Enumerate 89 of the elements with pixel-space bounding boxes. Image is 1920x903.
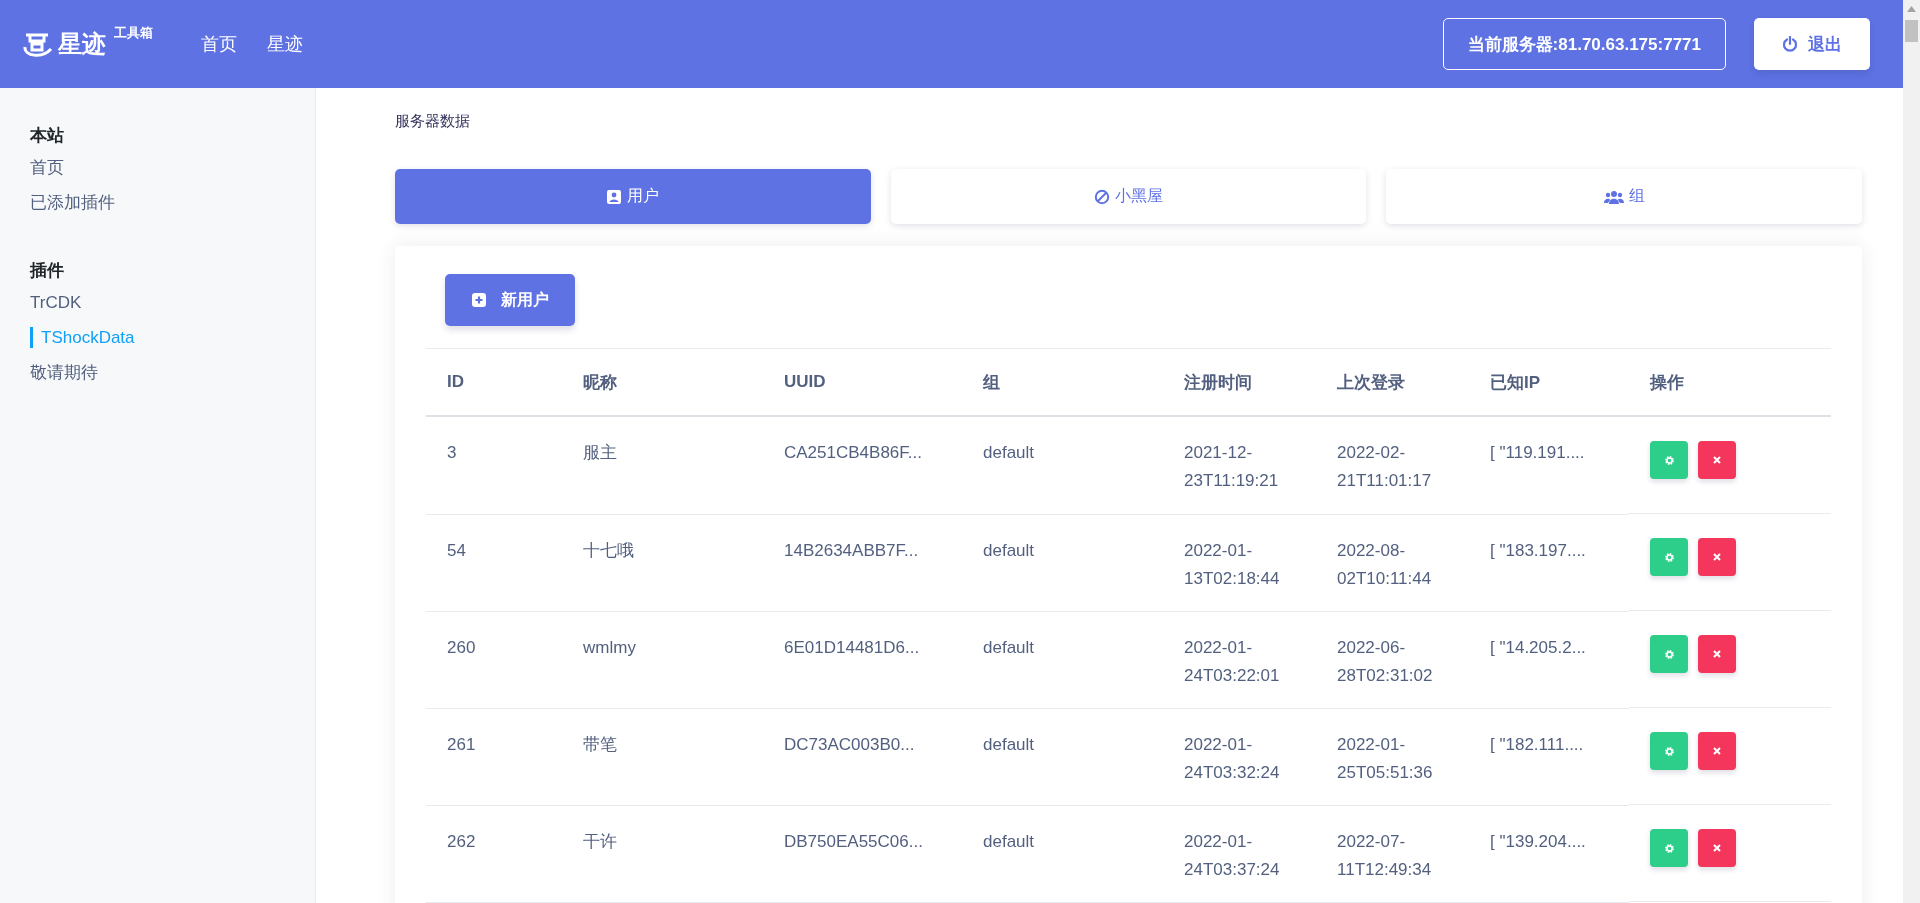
table-cell-text: 2021-12-23T11:19:21 [1184, 442, 1280, 492]
column-header: 昵称 [562, 348, 763, 416]
column-header: ID [426, 348, 562, 416]
column-header: 操作 [1629, 348, 1831, 416]
table-cell-text: 2022-08-02T10:11:44 [1337, 539, 1433, 590]
sidebar-item[interactable]: 首页 [30, 157, 64, 192]
logout-button[interactable]: 退出 [1754, 18, 1870, 70]
settings-icon [1663, 551, 1675, 563]
table-cell: [ "182.111.... [1490, 734, 1584, 754]
tab[interactable]: 组 [1386, 169, 1862, 224]
table-cell-text: 2022-01-24T03:37:24 [1184, 830, 1281, 881]
column-header: 上次登录 [1316, 348, 1469, 416]
delete-button[interactable] [1698, 441, 1736, 479]
sidebar-item[interactable]: TrCDK [30, 292, 82, 327]
logo-subtitle: 工具箱 [114, 24, 153, 42]
table-cell: 260 [447, 637, 476, 657]
delete-button[interactable] [1698, 635, 1736, 673]
table-cell: [ "139.204.... [1490, 831, 1586, 851]
settings-button[interactable] [1650, 732, 1688, 770]
delete-button[interactable] [1698, 829, 1736, 867]
tab[interactable]: 用户 [395, 169, 871, 224]
column-header: 已知IP [1469, 348, 1629, 416]
table-cell: CA251CB4B86F... [784, 443, 922, 462]
close-icon [1713, 650, 1721, 658]
sidebar-heading: 插件 [30, 260, 64, 282]
table-cell: [ "119.191.... [1490, 443, 1585, 462]
settings-button[interactable] [1650, 538, 1688, 576]
plus-square-icon [471, 292, 487, 308]
close-icon [1713, 844, 1721, 852]
sidebar-item[interactable]: 已添加插件 [30, 192, 115, 227]
table-cell: 262 [447, 831, 476, 851]
contact-card-icon [606, 188, 623, 205]
table-cell: default [983, 540, 1035, 560]
settings-icon [1663, 842, 1675, 854]
new-user-button[interactable]: 新用户 [445, 274, 575, 326]
table-cell: DC73AC003B0... [784, 734, 915, 754]
delete-button[interactable] [1698, 538, 1736, 576]
table-cell-text: 2022-07-11T12:49:34 [1337, 830, 1433, 881]
table-cell: 14B2634ABB7F... [784, 540, 919, 560]
settings-icon [1663, 454, 1675, 466]
scrollbar[interactable] [1903, 0, 1920, 903]
settings-button[interactable] [1650, 441, 1688, 479]
page-title: 服务器数据 [395, 112, 471, 131]
table-cell: [ "14.205.2... [1490, 637, 1586, 657]
table-cell: default [983, 734, 1035, 754]
table-cell-text: 2022-02-21T11:01:17 [1337, 442, 1433, 492]
table-cell-text: 2022-01-24T03:32:24 [1184, 733, 1281, 784]
scroll-up-arrow-icon [1907, 6, 1916, 12]
logo-text: 星迹 [58, 29, 106, 59]
settings-icon [1663, 745, 1675, 757]
column-header: 注册时间 [1163, 348, 1316, 416]
table-cell-text: 2022-01-25T05:51:36 [1337, 733, 1434, 784]
delete-button[interactable] [1698, 732, 1736, 770]
column-header: UUID [763, 348, 962, 416]
table-cell-text: 2022-01-13T02:18:44 [1184, 539, 1281, 590]
table-cell: 带笔 [583, 734, 617, 754]
table-cell: default [983, 637, 1035, 657]
nav-link[interactable]: 首页 [201, 32, 237, 56]
close-icon [1713, 456, 1721, 464]
table-cell: 6E01D14481D6... [784, 637, 920, 657]
table-cell: 3 [447, 443, 457, 462]
table-cell: 干许 [583, 831, 617, 851]
table-cell: 服主 [583, 443, 617, 462]
close-icon [1713, 553, 1721, 561]
settings-icon [1663, 648, 1675, 660]
sidebar-item[interactable]: TShockData [30, 327, 135, 348]
table-cell: DB750EA55C06... [784, 831, 923, 851]
users-icon [1603, 188, 1624, 205]
nav-link[interactable]: 星迹 [267, 32, 303, 56]
table-cell: default [983, 443, 1035, 462]
scrollbar-thumb[interactable] [1905, 20, 1918, 42]
table-cell: wmlmy [583, 637, 636, 657]
sidebar-item[interactable]: 敬请期待 [30, 362, 98, 397]
table-cell-text: 2022-01-24T03:22:01 [1184, 636, 1281, 687]
close-icon [1713, 747, 1721, 755]
power-icon [1782, 36, 1798, 52]
table-cell: [ "183.197.... [1490, 540, 1586, 560]
table-cell: 54 [447, 540, 466, 560]
settings-button[interactable] [1650, 829, 1688, 867]
table-cell-text: 2022-06-28T02:31:02 [1337, 636, 1434, 687]
server-button[interactable]: 当前服务器:81.70.63.175:7771 [1442, 18, 1726, 70]
tab[interactable]: 小黑屋 [890, 169, 1367, 224]
ban-icon [1094, 188, 1110, 205]
column-header: 组 [962, 348, 1163, 416]
table-cell: default [983, 831, 1035, 851]
table-cell: 十七哦 [583, 540, 634, 560]
table-cell: 261 [447, 734, 476, 754]
sidebar-heading: 本站 [30, 125, 64, 147]
settings-button[interactable] [1650, 635, 1688, 673]
